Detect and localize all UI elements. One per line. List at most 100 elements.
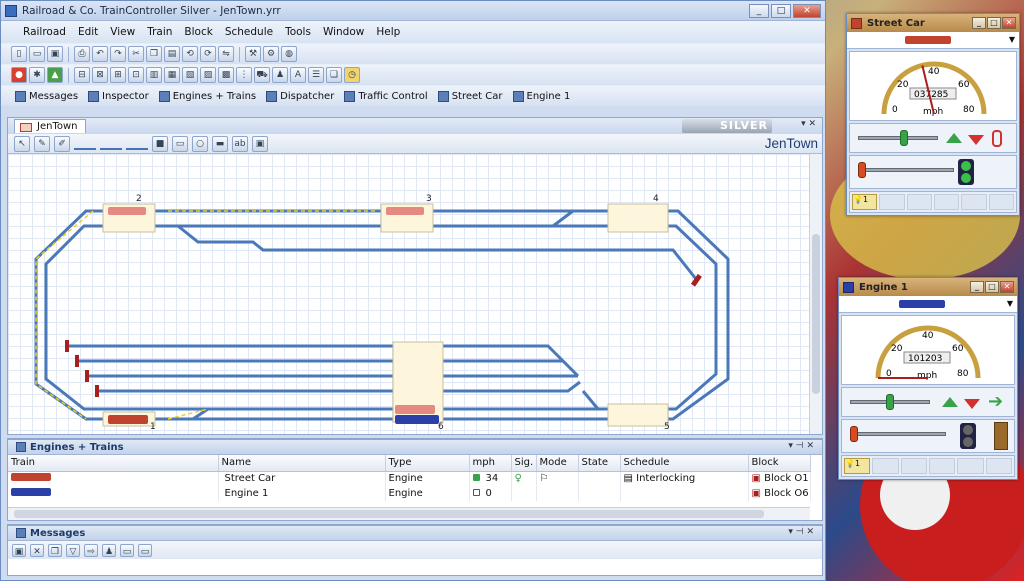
stop-icon[interactable]: ●	[11, 67, 27, 83]
brake-knob[interactable]	[850, 426, 858, 442]
throttle-knob[interactable]	[886, 394, 894, 410]
scroll-thumb[interactable]	[14, 510, 764, 518]
forward-icon[interactable]: ⇨	[84, 543, 98, 557]
signal-icon[interactable]: ⋮	[236, 67, 252, 83]
function-button[interactable]	[933, 194, 960, 210]
maximize-button[interactable]: □	[771, 3, 791, 18]
table-row[interactable]: Engine 1 Engine 0 ▣ Block O6	[8, 486, 811, 501]
save-icon[interactable]: ▣	[12, 543, 26, 557]
minimize-button[interactable]: _	[972, 17, 986, 29]
text-icon[interactable]: A	[290, 67, 306, 83]
function-button[interactable]	[879, 194, 905, 210]
engine-1-loco[interactable]	[395, 415, 439, 424]
col-schedule[interactable]: Schedule	[620, 455, 749, 472]
edit-icon[interactable]: ✎	[34, 135, 50, 152]
document-controls[interactable]: ▾ ✕	[801, 119, 816, 129]
copy-icon[interactable]: ❐	[48, 543, 62, 557]
qa-street-car[interactable]: Street Car	[434, 90, 507, 102]
new-icon[interactable]: ▯	[11, 46, 27, 62]
color-icon[interactable]: ■	[152, 135, 168, 152]
menu-edit[interactable]: Edit	[72, 26, 104, 38]
delete-icon[interactable]: ✕	[30, 543, 44, 557]
block-4[interactable]	[607, 203, 669, 233]
throttle-slider[interactable]	[858, 136, 938, 140]
close-button[interactable]: ✕	[1002, 17, 1016, 29]
menu-schedule[interactable]: Schedule	[219, 26, 279, 38]
close-button[interactable]: ✕	[1000, 281, 1014, 293]
track-tool[interactable]	[74, 138, 96, 150]
light-function-button[interactable]: 💡1	[852, 194, 878, 210]
menu-block[interactable]: Block	[178, 26, 218, 38]
brake-knob[interactable]	[858, 162, 866, 178]
col-sig[interactable]: Sig.	[511, 455, 537, 472]
col-train[interactable]: Train	[8, 455, 219, 472]
function-button[interactable]	[988, 194, 1014, 210]
function-button[interactable]	[872, 458, 899, 474]
bar-icon[interactable]: ▬	[212, 135, 228, 152]
throttle-knob[interactable]	[900, 130, 908, 146]
train-icon[interactable]: ⛟	[254, 67, 270, 83]
menu-view[interactable]: View	[104, 26, 141, 38]
decelerate-button[interactable]	[968, 135, 984, 145]
col-mode[interactable]: Mode	[536, 455, 579, 472]
copy-icon[interactable]: ❐	[146, 46, 162, 62]
qa-dispatcher[interactable]: Dispatcher	[262, 90, 338, 102]
block-stop-icon[interactable]: ⊠	[92, 67, 108, 83]
indicator-icon[interactable]: ○	[192, 135, 208, 152]
minimize-button[interactable]: _	[749, 3, 769, 18]
pencil-icon[interactable]: ✐	[54, 135, 70, 152]
signal-tool[interactable]	[126, 138, 148, 150]
qa-messages[interactable]: Messages	[11, 90, 82, 102]
light-function-button[interactable]: 💡1	[844, 458, 871, 474]
undo-icon[interactable]: ↶	[92, 46, 108, 62]
comment-icon[interactable]: ▭	[120, 543, 134, 557]
pane-controls[interactable]: ▾ ⊣ ✕	[788, 527, 814, 537]
accelerate-button[interactable]	[942, 397, 958, 407]
function-button[interactable]	[985, 458, 1012, 474]
block-clear-icon[interactable]: ⊡	[128, 67, 144, 83]
col-type[interactable]: Type	[385, 455, 470, 472]
flip-icon[interactable]: ⇋	[218, 46, 234, 62]
engine-selector[interactable]: ▼	[839, 296, 1017, 313]
emergency-icon[interactable]: ✱	[29, 67, 45, 83]
vertical-scrollbar[interactable]	[809, 154, 822, 434]
close-button[interactable]: ✕	[793, 3, 821, 18]
switch-tool[interactable]	[100, 138, 122, 150]
open-icon[interactable]: ▭	[29, 46, 45, 62]
save-icon[interactable]: ▣	[47, 46, 63, 62]
pointer-icon[interactable]: ↖	[14, 135, 30, 152]
user-icon[interactable]: ♟	[102, 543, 116, 557]
cut-icon[interactable]: ✂	[128, 46, 144, 62]
menu-window[interactable]: Window	[317, 26, 370, 38]
decelerate-button[interactable]	[964, 399, 980, 409]
block-icon[interactable]: ▭	[172, 135, 188, 152]
rotate-left-icon[interactable]: ⟲	[182, 46, 198, 62]
brake-slider[interactable]	[856, 432, 946, 436]
title-bar[interactable]: Railroad & Co. TrainController Silver - …	[1, 1, 825, 21]
street-car-loco[interactable]	[108, 415, 148, 424]
function-button[interactable]	[961, 194, 987, 210]
accelerate-button[interactable]	[946, 133, 962, 143]
route-3-icon[interactable]: ▧	[182, 67, 198, 83]
tools-icon[interactable]: ⚒	[245, 46, 261, 62]
engine-window-title[interactable]: Street Car _ □ ✕	[847, 14, 1019, 32]
qa-engine-1[interactable]: Engine 1	[509, 90, 575, 102]
route-2-icon[interactable]: ▦	[164, 67, 180, 83]
maximize-button[interactable]: □	[985, 281, 999, 293]
qa-inspector[interactable]: Inspector	[84, 90, 153, 102]
minimize-button[interactable]: _	[970, 281, 984, 293]
label-icon[interactable]: ab	[232, 135, 248, 152]
track-diagram-canvas[interactable]: 2 3 4 1 6 5	[8, 154, 810, 434]
route-4-icon[interactable]: ▨	[200, 67, 216, 83]
block-5[interactable]	[607, 403, 669, 427]
menu-train[interactable]: Train	[141, 26, 178, 38]
pane-controls[interactable]: ▾ ⊣ ✕	[788, 441, 814, 451]
go-icon[interactable]: ▲	[47, 67, 63, 83]
qa-engines-trains[interactable]: Engines + Trains	[155, 90, 260, 102]
person-icon[interactable]: ♟	[272, 67, 288, 83]
stop-button[interactable]	[992, 130, 1002, 147]
brake-slider[interactable]	[864, 168, 954, 172]
maximize-button[interactable]: □	[987, 17, 1001, 29]
route-icon[interactable]: ▥	[146, 67, 162, 83]
qa-traffic-control[interactable]: Traffic Control	[340, 90, 431, 102]
